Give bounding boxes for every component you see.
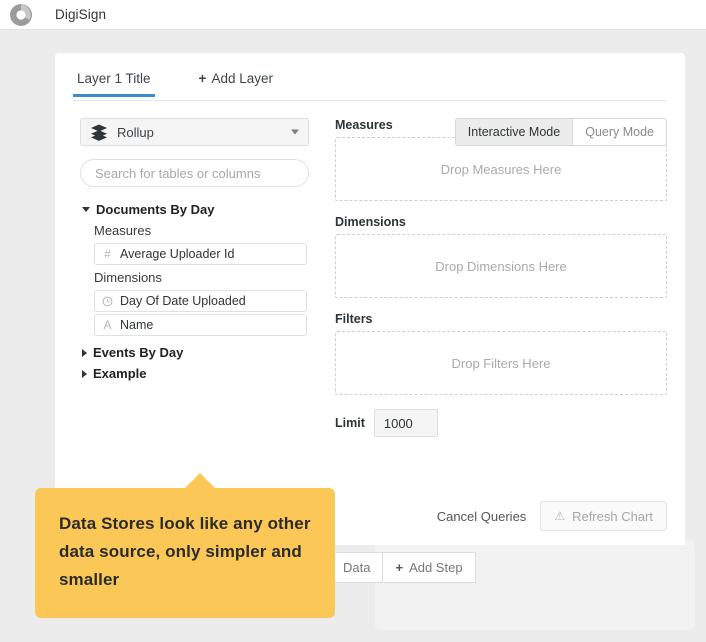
- filters-dropzone-placeholder: Drop Filters Here: [451, 355, 551, 371]
- tree-section-measures-label: Measures: [94, 223, 152, 238]
- data-source-panel: Rollup Documents By Day Measures # Avera…: [80, 118, 311, 384]
- tab-add-layer[interactable]: + Add Layer: [195, 63, 277, 96]
- cancel-queries-button[interactable]: Cancel Queries: [437, 509, 527, 524]
- add-step-button[interactable]: + Add Step: [382, 552, 476, 583]
- callout-tooltip: Data Stores look like any other data sou…: [35, 473, 335, 618]
- limit-label: Limit: [335, 416, 365, 430]
- source-select-value: Rollup: [117, 124, 154, 140]
- tree-group-documents-by-day[interactable]: Documents By Day: [80, 199, 311, 220]
- layer-editor-card: Layer 1 Title +Add Layer Rollup Docu: [55, 53, 685, 545]
- tree-group-example[interactable]: Example: [80, 363, 311, 384]
- text-icon: A: [103, 318, 112, 332]
- field-chip-label: Day Of Date Uploaded: [120, 294, 246, 308]
- filters-zone-label: Filters: [335, 312, 373, 326]
- add-step-label: Add Step: [409, 560, 463, 575]
- layers-icon: [90, 123, 108, 141]
- app-title: DigiSign: [55, 7, 107, 22]
- measures-dropzone-placeholder: Drop Measures Here: [440, 161, 562, 177]
- schema-tree: Documents By Day Measures # Average Uplo…: [80, 199, 311, 384]
- refresh-chart-label: Refresh Chart: [572, 508, 653, 524]
- query-mode-label: Query Mode: [585, 125, 654, 139]
- field-chip-label: Average Uploader Id: [120, 247, 235, 261]
- tree-group-label: Events By Day: [93, 345, 184, 360]
- plus-icon: +: [198, 71, 207, 86]
- tree-group-label: Example: [93, 366, 147, 381]
- callout-text: Data Stores look like any other data sou…: [59, 514, 311, 589]
- caret-down-icon: [82, 207, 90, 212]
- tree-section-dimensions-label: Dimensions: [94, 270, 162, 285]
- plus-icon: +: [395, 560, 404, 575]
- warning-triangle-icon: ⚠: [554, 509, 566, 523]
- filters-zone-block: Filters Drop Filters Here: [335, 312, 667, 395]
- filters-dropzone[interactable]: Drop Filters Here: [335, 331, 667, 395]
- caret-right-icon: [82, 369, 87, 378]
- caret-right-icon: [82, 348, 87, 357]
- field-chip-name[interactable]: A Name: [94, 314, 307, 336]
- dimensions-zone-label: Dimensions: [335, 215, 406, 229]
- interactive-mode-label: Interactive Mode: [467, 125, 561, 139]
- tree-group-events-by-day[interactable]: Events By Day: [80, 342, 311, 363]
- tree-group-label: Documents By Day: [96, 202, 215, 217]
- limit-row: Limit: [335, 409, 667, 437]
- callout-arrow: [185, 473, 215, 488]
- field-chip-average-uploader-id[interactable]: # Average Uploader Id: [94, 243, 307, 265]
- limit-input[interactable]: [373, 409, 438, 437]
- chevron-down-icon: [291, 129, 299, 135]
- dimensions-dropzone-placeholder: Drop Dimensions Here: [435, 258, 567, 274]
- refresh-chart-button[interactable]: ⚠ Refresh Chart: [540, 501, 667, 531]
- field-chip-label: Name: [120, 318, 154, 332]
- tab-add-layer-label: Add Layer: [211, 71, 273, 86]
- tab-layer-1[interactable]: Layer 1 Title: [73, 63, 155, 97]
- number-icon: #: [104, 247, 111, 261]
- mode-toggle: Interactive Mode Query Mode: [454, 118, 667, 146]
- clock-icon: [99, 296, 116, 307]
- measures-dropzone[interactable]: Drop Measures Here: [335, 137, 667, 201]
- tab-layer-1-label: Layer 1 Title: [77, 71, 151, 86]
- query-actions: Cancel Queries ⚠ Refresh Chart: [437, 501, 667, 531]
- query-builder-panel: Interactive Mode Query Mode Measures Dro…: [335, 118, 667, 531]
- app-header: DigiSign: [0, 0, 706, 30]
- field-chip-day-of-date-uploaded[interactable]: Day Of Date Uploaded: [94, 290, 307, 312]
- source-select[interactable]: Rollup: [80, 118, 309, 146]
- step-bar: Data + Add Step: [330, 552, 476, 583]
- step-button-data-label: Data: [343, 560, 371, 575]
- dimensions-zone-block: Dimensions Drop Dimensions Here: [335, 215, 667, 298]
- step-button-data[interactable]: Data: [330, 552, 384, 583]
- search-input[interactable]: [80, 159, 309, 187]
- donut-logo-icon: [7, 1, 35, 29]
- query-mode-button[interactable]: Query Mode: [572, 118, 667, 146]
- dimensions-dropzone[interactable]: Drop Dimensions Here: [335, 234, 667, 298]
- tab-bar: Layer 1 Title + Add Layer: [73, 63, 667, 101]
- interactive-mode-button[interactable]: Interactive Mode: [454, 118, 574, 146]
